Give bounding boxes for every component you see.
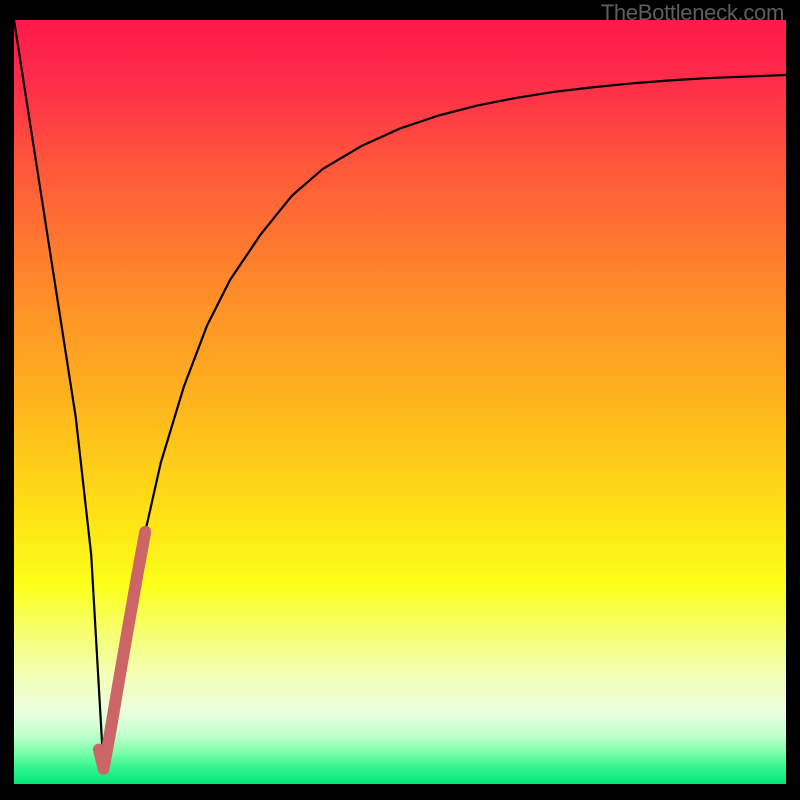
bottleneck-chart [14, 20, 786, 784]
gradient-background [14, 20, 786, 784]
watermark-text: TheBottleneck.com [601, 0, 784, 26]
